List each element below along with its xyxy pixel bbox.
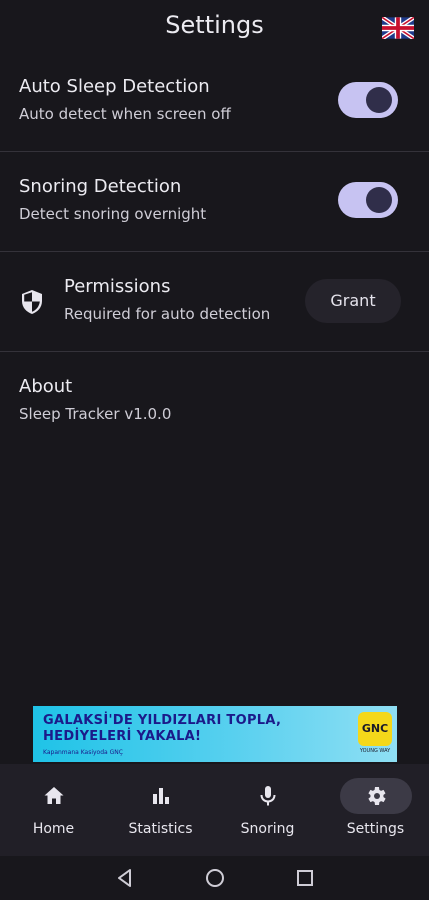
ad-headline-line1: GALAKSİ'DE YILDIZLARI TOPLA,: [43, 713, 282, 728]
nav-settings[interactable]: Settings: [322, 764, 429, 856]
nav-icon-container: [232, 778, 304, 814]
about-title: About: [19, 376, 73, 397]
snoring-toggle[interactable]: [338, 182, 398, 218]
nav-icon-container: [339, 778, 412, 814]
nav-label-settings: Settings: [346, 821, 405, 837]
ad-logo: GNC: [358, 712, 392, 746]
microphone-icon: [260, 786, 275, 806]
grant-button[interactable]: Grant: [305, 279, 401, 323]
page-title: Settings: [165, 11, 264, 39]
nav-snoring[interactable]: Snoring: [214, 764, 321, 856]
auto-sleep-title: Auto Sleep Detection: [19, 76, 210, 97]
ad-headline-line2: HEDİYELERİ YAKALA!: [43, 729, 202, 744]
about-version: Sleep Tracker v1.0.0: [19, 405, 172, 423]
toggle-knob: [366, 187, 392, 213]
nav-icon-container: [125, 778, 197, 814]
permissions-subtitle: Required for auto detection: [64, 305, 271, 323]
nav-home[interactable]: Home: [0, 764, 107, 856]
ad-small-print: Kapanmana Kasiyoda GNÇ: [43, 749, 123, 756]
back-icon[interactable]: [114, 867, 136, 889]
home-circle-icon[interactable]: [204, 867, 226, 889]
auto-sleep-subtitle: Auto detect when screen off: [19, 105, 231, 123]
nav-label-home: Home: [32, 821, 75, 837]
permissions-title: Permissions: [64, 276, 171, 297]
nav-label-snoring: Snoring: [240, 821, 295, 837]
gear-icon: [367, 787, 386, 805]
toggle-knob: [366, 87, 392, 113]
system-navigation-bar: [0, 856, 429, 900]
auto-sleep-row: Auto Sleep Detection Auto detect when sc…: [0, 52, 429, 152]
uk-flag-icon[interactable]: [382, 17, 414, 39]
snoring-subtitle: Detect snoring overnight: [19, 205, 207, 223]
nav-icon-container: [18, 778, 90, 814]
about-row[interactable]: About Sleep Tracker v1.0.0: [0, 352, 429, 452]
snoring-title: Snoring Detection: [19, 176, 182, 197]
bottom-navigation: Home Statistics Snoring Settings: [0, 764, 429, 856]
snoring-row: Snoring Detection Detect snoring overnig…: [0, 152, 429, 252]
ad-logo-subtext: YOUNG WAY: [359, 748, 391, 754]
bar-chart-icon: [152, 788, 169, 804]
ad-banner[interactable]: GALAKSİ'DE YILDIZLARI TOPLA, HEDİYELERİ …: [33, 706, 397, 762]
recents-icon[interactable]: [294, 867, 316, 889]
nav-label-statistics: Statistics: [128, 821, 193, 837]
top-bar: Settings: [0, 0, 429, 52]
auto-sleep-toggle[interactable]: [338, 82, 398, 118]
home-icon: [44, 787, 63, 804]
nav-statistics[interactable]: Statistics: [107, 764, 214, 856]
shield-icon: [22, 290, 42, 314]
